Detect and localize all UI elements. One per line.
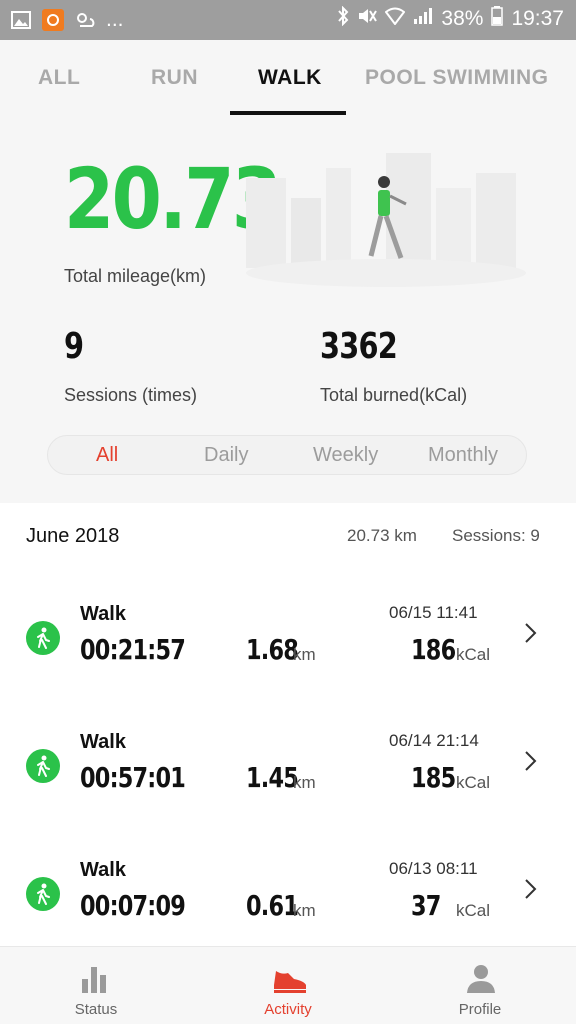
nav-status[interactable]: Status — [36, 947, 156, 1024]
session-duration: 00:21:57 — [80, 633, 186, 666]
nav-status-label: Status — [74, 1001, 118, 1018]
session-distance: 1.68 — [246, 633, 299, 666]
status-bar: ... 38% 19:37 — [0, 0, 576, 40]
mute-icon — [357, 6, 378, 32]
wifi-icon — [385, 7, 406, 31]
bottom-navigation: Status Activity Profile — [0, 946, 576, 1024]
filter-monthly[interactable]: Monthly — [428, 444, 498, 467]
session-type: Walk — [80, 731, 126, 753]
calories-unit: kCal — [456, 901, 491, 920]
session-list-panel: June 2018 20.73 km Sessions: 9 Walk 06/1… — [0, 503, 576, 946]
gallery-icon — [10, 9, 32, 31]
distance-unit: km — [293, 901, 316, 920]
month-sessions: Sessions: 9 — [452, 526, 540, 545]
weather-icon — [74, 9, 96, 31]
clock: 19:37 — [511, 7, 564, 30]
month-title: June 2018 — [26, 525, 120, 547]
tab-all[interactable]: ALL — [38, 66, 80, 90]
month-distance: 20.73 km — [347, 526, 417, 545]
list-item[interactable]: Walk 06/14 21:14 00:57:01 1.45 km 185 kC… — [0, 709, 576, 829]
sport-tabs: ALL RUN WALK POOL SWIMMING — [0, 40, 576, 116]
session-distance: 0.61 — [246, 889, 299, 922]
active-tab-indicator — [230, 111, 346, 115]
session-duration: 00:07:09 — [80, 889, 186, 922]
battery-icon — [491, 6, 504, 32]
chevron-right-icon — [520, 621, 540, 645]
tab-run[interactable]: RUN — [151, 66, 198, 90]
session-duration: 00:57:01 — [80, 761, 186, 794]
battery-percent: 38% — [441, 7, 484, 30]
app-notification-icon — [42, 9, 64, 31]
walk-icon — [26, 877, 60, 911]
filter-weekly[interactable]: Weekly — [313, 444, 378, 467]
sessions-label: Sessions (times) — [64, 385, 198, 405]
walker-illustration — [236, 148, 536, 288]
session-datetime: 06/15 11:41 — [389, 603, 478, 622]
tab-pool-swimming[interactable]: POOL SWIMMING — [365, 66, 548, 90]
bar-chart-icon — [80, 963, 114, 995]
calories-unit: kCal — [456, 645, 491, 664]
sessions-value: 9 — [64, 326, 84, 367]
chevron-right-icon — [520, 877, 540, 901]
burned-label: Total burned(kCal) — [320, 385, 468, 405]
list-item[interactable]: Walk 06/13 08:11 00:07:09 0.61 km 37 kCa… — [0, 837, 576, 957]
nav-activity-label: Activity — [264, 1001, 312, 1018]
walk-icon — [26, 621, 60, 655]
total-mileage-label: Total mileage(km) — [64, 266, 207, 286]
bluetooth-icon — [337, 5, 349, 32]
calories-unit: kCal — [456, 773, 491, 792]
walk-icon — [26, 749, 60, 783]
nav-profile[interactable]: Profile — [420, 947, 540, 1024]
period-filter: All Daily Weekly Monthly — [47, 435, 527, 475]
chevron-right-icon — [520, 749, 540, 773]
filter-daily[interactable]: Daily — [204, 444, 248, 467]
session-distance: 1.45 — [246, 761, 299, 794]
filter-all[interactable]: All — [96, 444, 118, 467]
distance-unit: km — [293, 773, 316, 792]
session-calories: 186 — [411, 633, 456, 666]
list-item[interactable]: Walk 06/15 11:41 00:21:57 1.68 km 186 kC… — [0, 581, 576, 701]
session-datetime: 06/13 08:11 — [389, 859, 478, 878]
nav-profile-label: Profile — [458, 1001, 502, 1018]
session-type: Walk — [80, 603, 126, 625]
shoe-icon — [272, 963, 306, 995]
session-type: Walk — [80, 859, 126, 881]
session-calories: 37 — [411, 889, 441, 922]
session-datetime: 06/14 21:14 — [389, 731, 479, 750]
session-calories: 185 — [411, 761, 456, 794]
burned-value: 3362 — [320, 326, 398, 367]
more-notifications: ... — [106, 8, 124, 31]
distance-unit: km — [293, 645, 316, 664]
signal-icon — [413, 7, 433, 31]
nav-activity[interactable]: Activity — [228, 947, 348, 1024]
tab-walk[interactable]: WALK — [258, 66, 322, 90]
person-icon — [464, 963, 498, 995]
